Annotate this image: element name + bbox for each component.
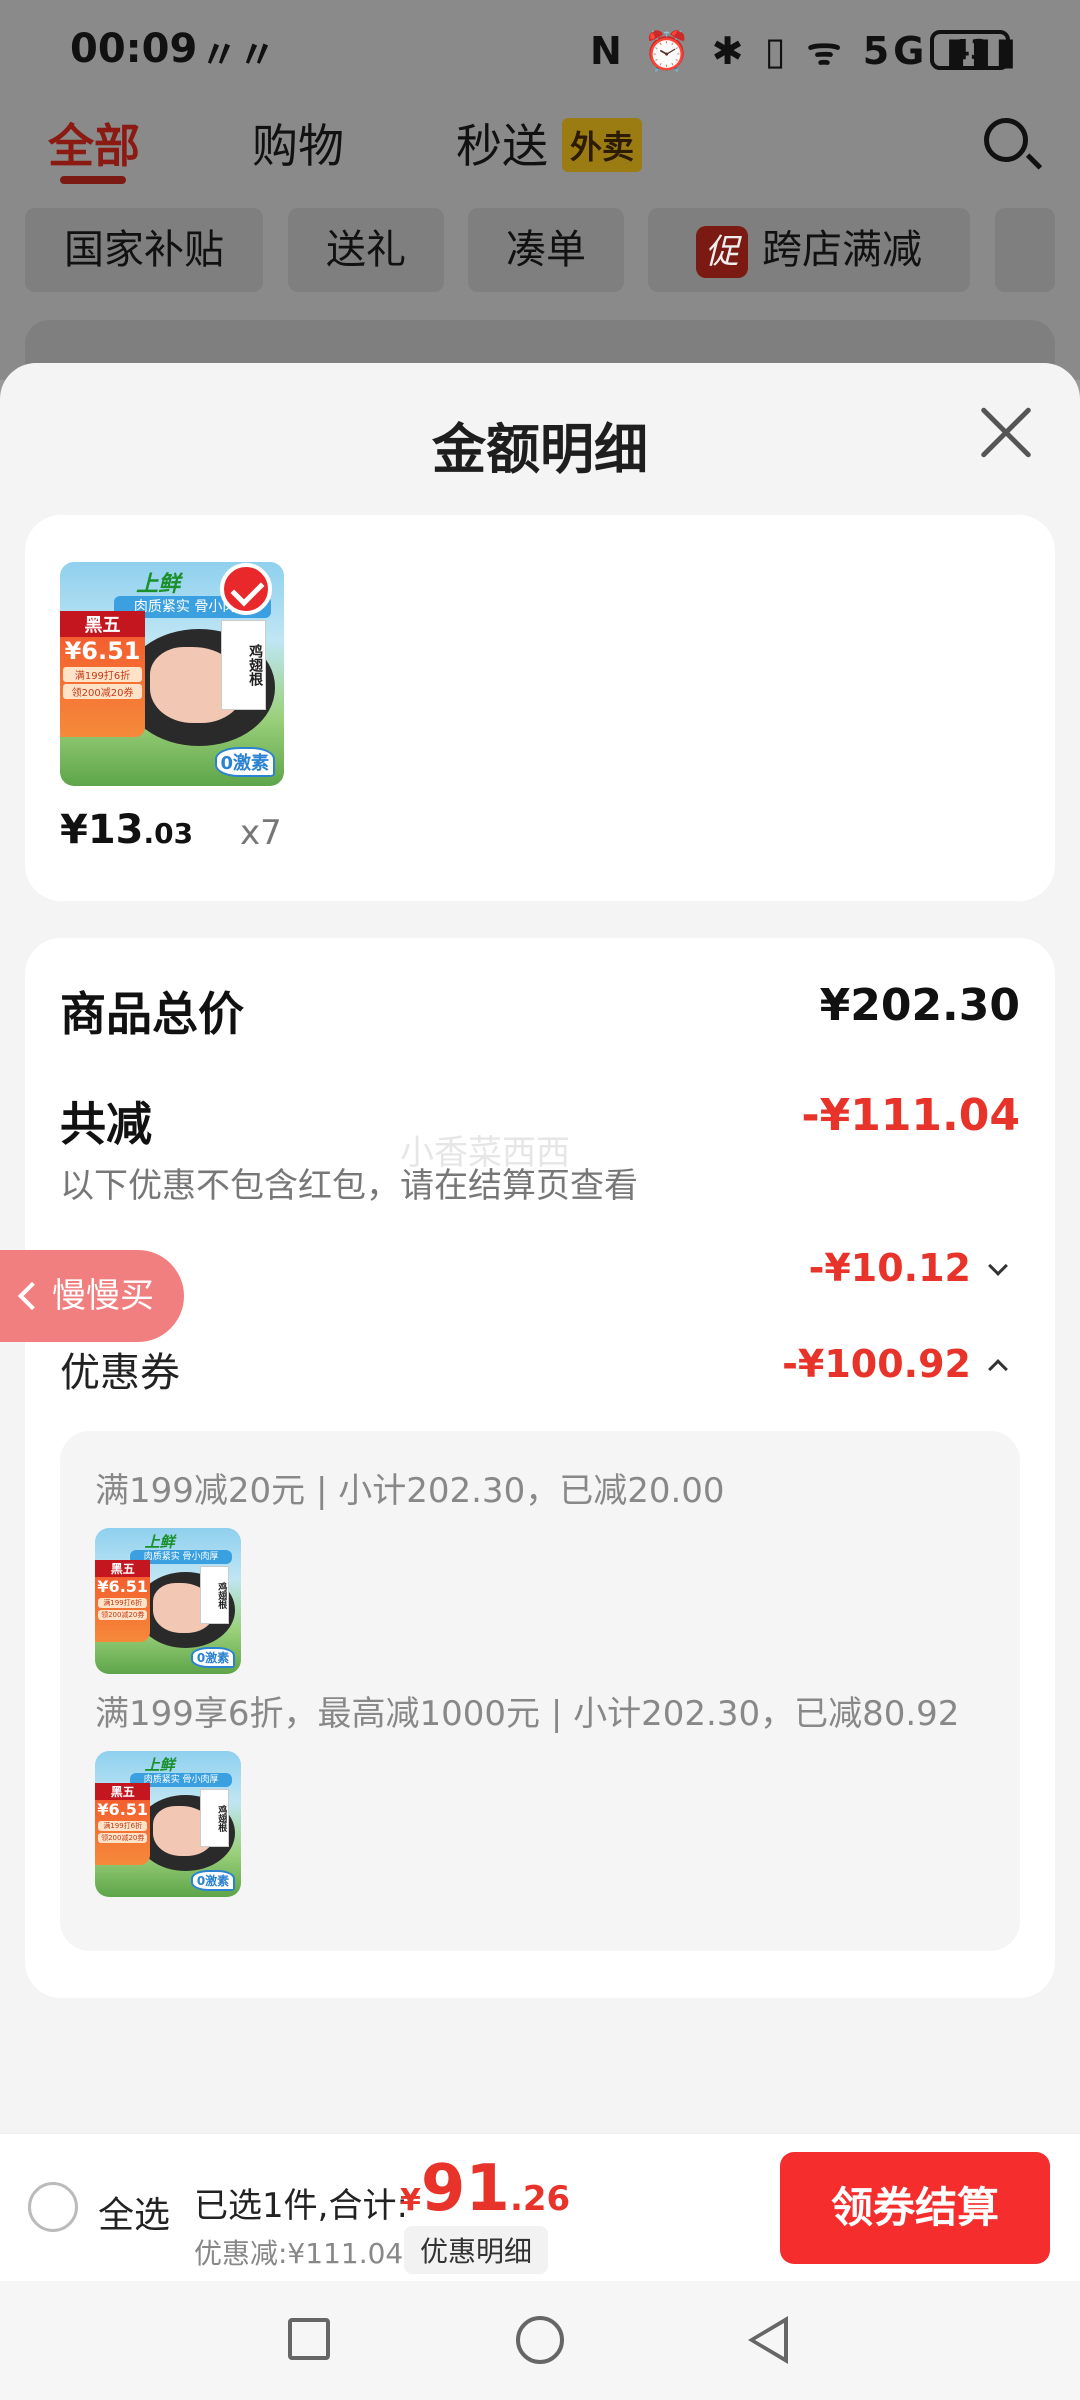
discount-text: 优惠减:¥111.04: [194, 2237, 404, 2270]
promo-panel: 黑五 ¥6.51 满199打6折 领200减20券: [95, 1560, 151, 1642]
sheet-title: 金额明细: [432, 418, 648, 481]
promo-panel: 黑五 ¥6.51 满199打6折 领200减20券: [95, 1783, 151, 1865]
promo-title: 黑五: [95, 1560, 151, 1578]
product-brand: 上鲜: [136, 572, 181, 598]
product-bag: 鸡翅根: [221, 620, 267, 710]
chip-bundle[interactable]: 凑单: [468, 208, 624, 292]
coupon-2-text: 满199享6折，最高减1000元 | 小计202.30，已减80.92: [95, 1694, 960, 1734]
price-breakdown-card: 商品总价 ¥202.30 共减 -¥111.04 以下优惠不包含红包，请在结算页…: [25, 938, 1055, 1998]
total-price-label: 商品总价: [60, 987, 244, 1041]
product-price-dec: .03: [143, 817, 194, 850]
system-nav-bar: [0, 2282, 1080, 2400]
product-brand: 上鲜: [144, 1532, 175, 1551]
chip-gift[interactable]: 送礼: [288, 208, 444, 292]
close-icon[interactable]: [978, 405, 1034, 461]
tab-instant[interactable]: 秒送: [456, 110, 548, 176]
selected-summary: 已选1件,合计:: [194, 2186, 408, 2226]
chip-cross-store[interactable]: 促跨店满减: [648, 208, 970, 292]
status-time: 00:09: [70, 26, 198, 72]
zero-hormone-badge: 0激素: [190, 1870, 236, 1892]
promo-line-1: 满199打6折: [98, 1598, 148, 1609]
top-nav: 全部 购物 秒送 外卖: [0, 110, 1080, 190]
promo-line-2: 领200减20券: [98, 1610, 148, 1621]
total-int: 91: [420, 2152, 510, 2226]
promo-price: ¥6.51: [97, 1577, 149, 1597]
total-currency: ¥: [400, 2183, 421, 2218]
chip-more[interactable]: [995, 208, 1055, 292]
total-amount: ¥91.26: [400, 2152, 570, 2226]
promo-title: 黑五: [95, 1783, 151, 1801]
home-icon[interactable]: [516, 2316, 564, 2364]
select-all-radio[interactable]: [28, 2182, 78, 2232]
coupon-1-text: 满199减20元 | 小计202.30，已减20.00: [95, 1471, 725, 1511]
floating-button-label: 慢慢买: [52, 1276, 154, 1316]
select-all-label[interactable]: 全选: [98, 2186, 170, 2238]
product-bag: 鸡翅根: [200, 1565, 230, 1625]
chip-cross-store-label: 跨店满减: [762, 227, 922, 273]
watermark: 小香菜西西: [400, 1133, 570, 1173]
checkout-bar: 全选 已选1件,合计: ¥91.26 优惠减:¥111.04 优惠明细 领券结算: [0, 2133, 1080, 2281]
back-icon[interactable]: [748, 2316, 788, 2364]
coupon-2-product-image: 上鲜 肉质紧实 骨小肉厚 鸡翅根 黑五 ¥6.51 满199打6折 领200减2…: [95, 1751, 241, 1897]
tab-all[interactable]: 全部: [48, 110, 140, 176]
promo-icon: 促: [696, 226, 748, 278]
notification-icons: 〃〃: [200, 33, 277, 77]
recents-icon[interactable]: [288, 2318, 330, 2360]
promo-price: ¥6.51: [97, 1800, 149, 1820]
amount-detail-sheet: 金额明细 上鲜 肉质紧实 骨小肉厚 鸡翅根 黑五 ¥6.51 满199打6折 领…: [0, 363, 1080, 2313]
tab-underline: [60, 176, 126, 184]
floating-manmanmai-button[interactable]: 慢慢买: [0, 1250, 184, 1342]
takeout-badge: 外卖: [562, 118, 643, 172]
product-price: ¥13.03: [60, 807, 193, 853]
reduce-value: -¥111.04: [801, 1090, 1020, 1141]
promo-panel: 黑五 ¥6.51 满199打6折 领200减20券: [60, 611, 146, 737]
promo-title: 黑五: [60, 611, 146, 638]
zero-hormone-badge: 0激素: [190, 1647, 236, 1669]
product-brand: 上鲜: [144, 1755, 175, 1774]
zero-hormone-badge: 0激素: [214, 747, 276, 778]
promo-line-1: 满199打6折: [63, 667, 143, 683]
search-icon[interactable]: [984, 118, 1028, 162]
total-dec: .26: [509, 2179, 571, 2219]
promo-row[interactable]: -¥10.12: [808, 1246, 1008, 1290]
product-price-int: ¥13: [60, 807, 144, 853]
product-bag: 鸡翅根: [200, 1788, 230, 1848]
filter-chips: 国家补贴 送礼 凑单 促跨店满减: [0, 208, 1080, 292]
total-price-value: ¥202.30: [819, 980, 1020, 1031]
promo-line-2: 领200减20券: [63, 684, 143, 700]
checkout-button[interactable]: 领券结算: [780, 2152, 1050, 2264]
promo-line-1: 满199打6折: [98, 1821, 148, 1832]
coupon-row[interactable]: -¥100.92: [782, 1342, 1008, 1386]
coupon-value: -¥100.92: [782, 1342, 971, 1386]
battery-icon: 43: [930, 30, 1010, 70]
promo-line-2: 领200减20券: [98, 1833, 148, 1844]
chevron-down-icon: [988, 1255, 1008, 1276]
coupon-1-product-image: 上鲜 肉质紧实 骨小肉厚 鸡翅根 黑五 ¥6.51 满199打6折 领200减2…: [95, 1528, 241, 1674]
chip-subsidy[interactable]: 国家补贴: [25, 208, 263, 292]
discount-detail-button[interactable]: 优惠明细: [404, 2226, 549, 2274]
coupon-details: 满199减20元 | 小计202.30，已减20.00 上鲜 肉质紧实 骨小肉厚…: [60, 1431, 1020, 1951]
coupon-label: 优惠券: [60, 1350, 180, 1396]
promo-value: -¥10.12: [808, 1246, 971, 1290]
promo-price: ¥6.51: [64, 637, 141, 666]
reduce-label: 共减: [60, 1097, 152, 1151]
product-card: 上鲜 肉质紧实 骨小肉厚 鸡翅根 黑五 ¥6.51 满199打6折 领200减2…: [25, 515, 1055, 901]
selected-check-icon[interactable]: [220, 563, 272, 615]
status-bar: 00:09 〃〃 N ⏰ ✱ ▯ ᯤ 5G ▮▮▮ 43: [0, 0, 1080, 100]
product-quantity: x7: [240, 813, 282, 853]
chevron-up-icon: [988, 1358, 1008, 1379]
tab-shopping[interactable]: 购物: [252, 110, 344, 176]
